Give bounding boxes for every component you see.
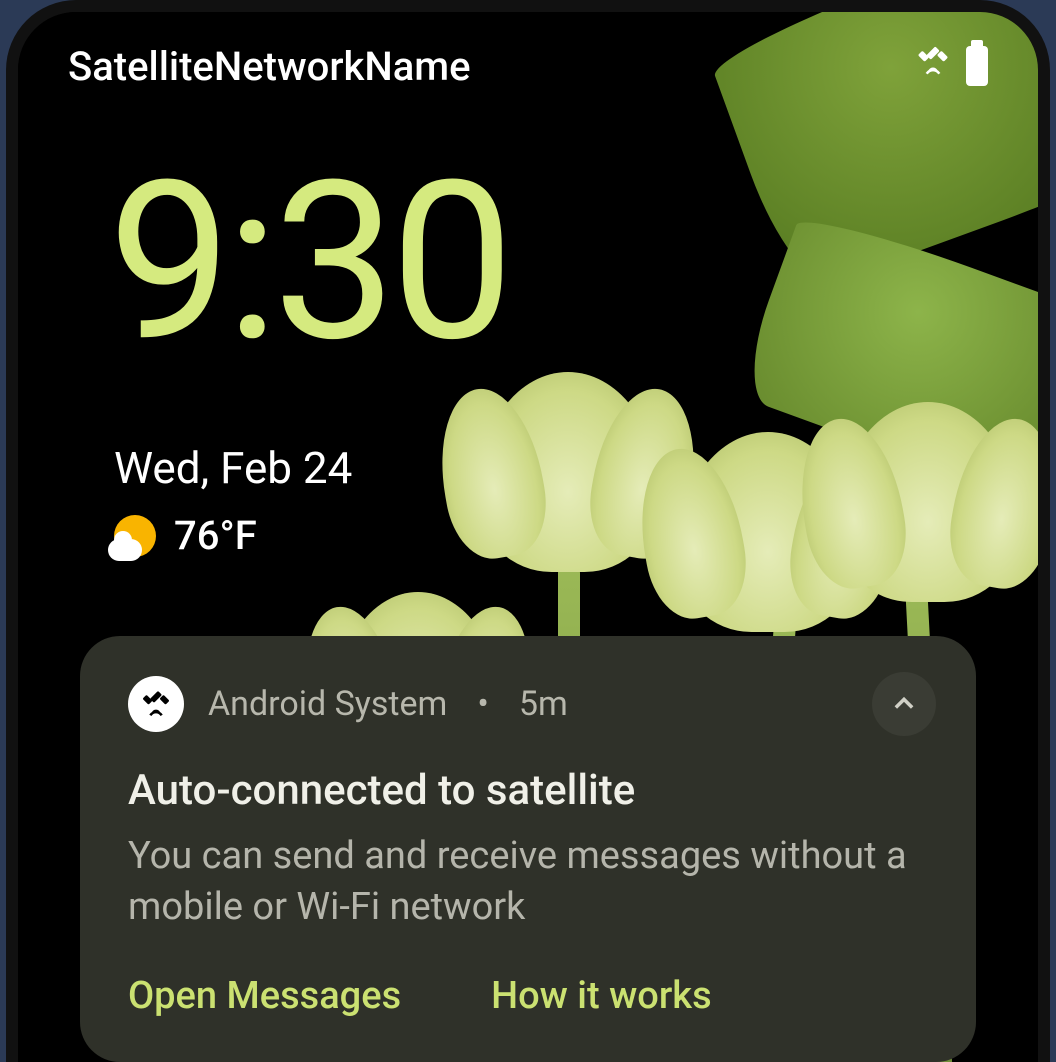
expand-collapse-button[interactable] — [872, 672, 936, 736]
wallpaper-tulip — [838, 402, 1018, 602]
notification-app-name: Android System — [208, 684, 447, 724]
notification-body: You can send and receive messages withou… — [128, 831, 928, 934]
phone-frame: SatelliteNetworkName — [6, 0, 1050, 1062]
notification-title: Auto-connected to satellite — [128, 766, 928, 815]
notification-card[interactable]: Android System • 5m Auto-connected to sa… — [80, 636, 976, 1062]
status-bar: SatelliteNetworkName — [68, 42, 988, 90]
how-it-works-button[interactable]: How it works — [491, 974, 712, 1018]
weather-temp: 76°F — [174, 512, 257, 559]
notification-app-satellite-icon — [128, 676, 184, 732]
lock-screen-clock: 9:30 — [108, 152, 508, 372]
lock-screen-date: Wed, Feb 24 — [114, 442, 352, 494]
battery-full-icon — [966, 46, 988, 86]
weather-widget[interactable]: 76°F — [114, 512, 257, 559]
status-right — [914, 42, 988, 90]
lock-screen[interactable]: SatelliteNetworkName — [18, 12, 1038, 1062]
separator-dot: • — [477, 684, 488, 724]
open-messages-button[interactable]: Open Messages — [128, 974, 401, 1018]
satellite-icon — [914, 42, 952, 90]
wallpaper-tulip — [478, 372, 658, 572]
partly-cloudy-icon — [114, 515, 156, 557]
chevron-up-icon — [890, 690, 918, 718]
notification-header: Android System • 5m — [128, 676, 928, 732]
notification-actions: Open Messages How it works — [128, 974, 928, 1018]
notification-time: 5m — [519, 684, 568, 724]
network-name: SatelliteNetworkName — [68, 43, 471, 90]
